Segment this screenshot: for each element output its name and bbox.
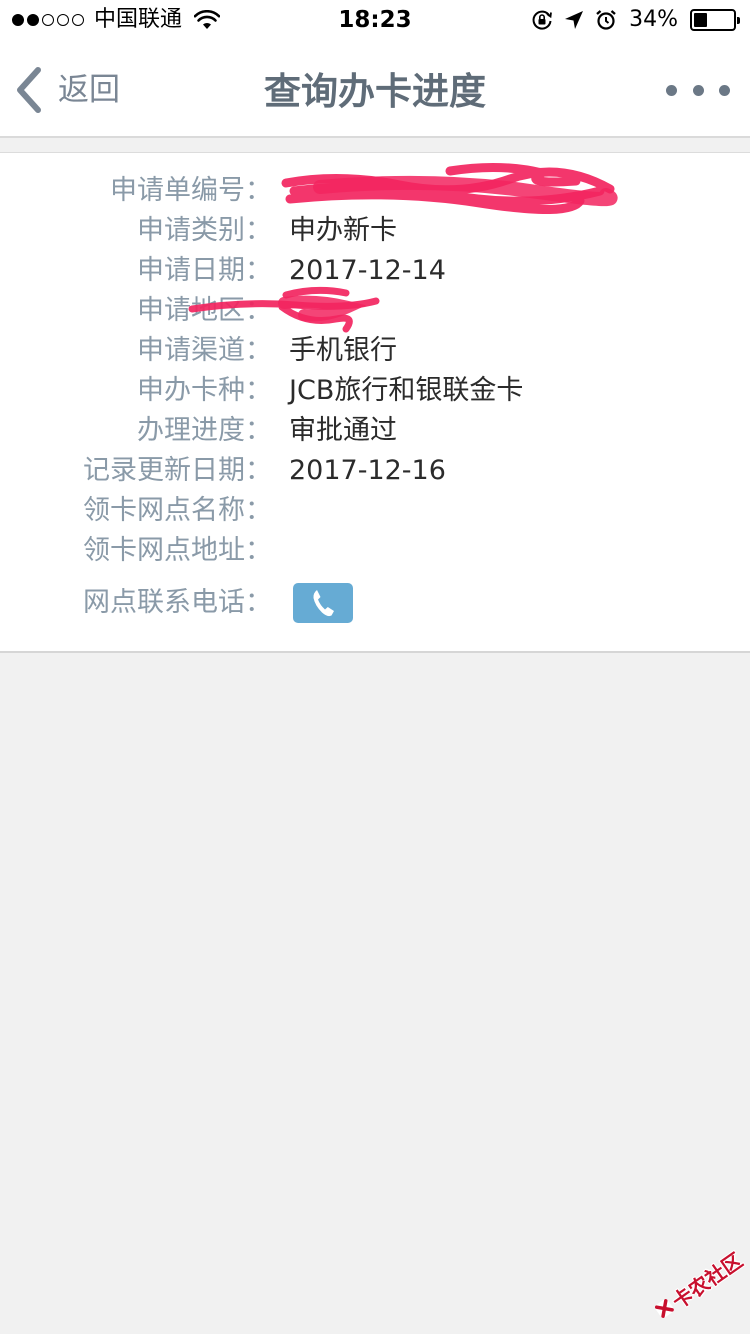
- label-pickup-branch-name: 领卡网点名称：: [83, 495, 272, 526]
- page-title: 查询办卡进度: [264, 70, 486, 113]
- status-bar: 中国联通 18:23 34%: [0, 0, 750, 40]
- redaction-scribble: [188, 286, 380, 333]
- label-application-number: 申请单编号：: [110, 175, 272, 206]
- redaction-scribble: [281, 162, 618, 215]
- info-row-record-update-date: 记录更新日期： 2017-12-16: [0, 451, 750, 491]
- info-row-pickup-branch-name: 领卡网点名称：: [0, 491, 750, 531]
- value-record-update-date: 2017-12-16: [289, 455, 446, 486]
- value-processing-status: 审批通过: [289, 415, 397, 446]
- more-options-button[interactable]: [666, 74, 730, 106]
- watermark: 卡农社区: [637, 1228, 750, 1334]
- battery-icon: [690, 9, 740, 31]
- more-dots-icon: [719, 84, 730, 96]
- label-card-type: 申办卡种：: [137, 375, 272, 406]
- label-application-type: 申请类别：: [137, 215, 272, 246]
- alarm-icon: [596, 10, 616, 30]
- location-arrow-icon: [565, 11, 584, 29]
- battery-cap: [737, 17, 740, 24]
- info-row-processing-status: 办理进度： 审批通过: [0, 411, 750, 451]
- battery-level-fill: [694, 13, 707, 27]
- battery-percent: 34%: [629, 7, 678, 32]
- orientation-lock-icon: [532, 10, 552, 30]
- navigation-bar: 返回 查询办卡进度: [0, 40, 750, 138]
- label-record-update-date: 记录更新日期：: [83, 455, 272, 486]
- more-dots-icon: [692, 84, 704, 96]
- watermark-text: 卡农社区: [667, 1247, 747, 1314]
- info-row-card-type: 申办卡种： JCB旅行和银联金卡: [0, 371, 750, 411]
- more-dots-icon: [666, 84, 677, 96]
- status-right: 34%: [531, 6, 740, 34]
- application-info-panel: 申请单编号： 申请类别： 申办新卡 申请日期： 2017-12-14 申请地区：…: [0, 152, 750, 653]
- info-row-branch-phone: 网点联系电话：: [0, 553, 750, 633]
- value-card-type: JCB旅行和银联金卡: [289, 375, 524, 406]
- phone-icon: [313, 590, 334, 617]
- label-branch-phone: 网点联系电话：: [83, 587, 272, 618]
- call-branch-button[interactable]: [293, 583, 353, 623]
- app-screen: 中国联通 18:23 34% 返回 查询办卡进度 申请单编号： 申请类别： 申办…: [0, 0, 750, 1334]
- label-processing-status: 办理进度：: [137, 415, 272, 446]
